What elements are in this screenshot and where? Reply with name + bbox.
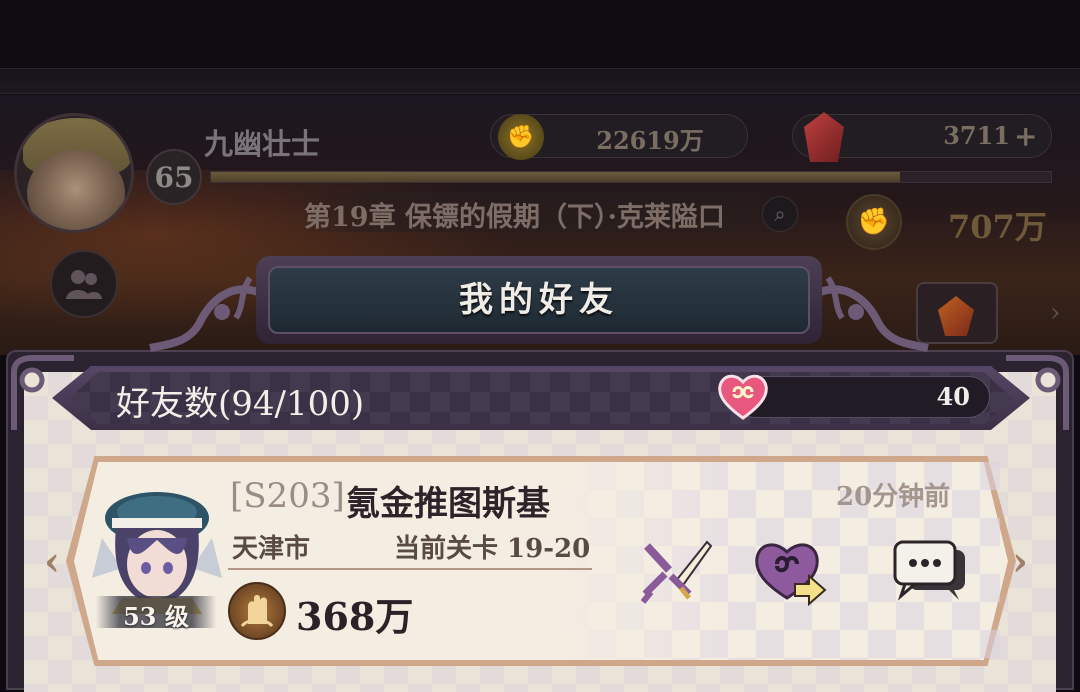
friend-level: 53 级 [123,602,189,631]
friend-current-stage: 当前关卡 19-20 [394,534,591,564]
friend-city: 天津市 [232,534,311,564]
chevron-right-icon: › [1012,538,1028,585]
friend-count: 好友数(94/100) [116,384,365,424]
ornament-right-icon [818,276,929,352]
chat-button[interactable] [884,526,974,616]
avatar-face [27,150,125,230]
gem-amount: 3711 [943,121,1010,150]
friendship-heart-icon [718,374,768,420]
friendship-points: 40 [936,382,970,411]
current-chapter[interactable]: 第19章 保镖的假期（下）·克莱隘口 [304,195,774,234]
chat-bubbles-icon [893,540,965,601]
top-bar-divider [0,68,1080,94]
gold-amount: 22619万 [596,126,704,155]
friend-name: 氪金推图斯基 [346,484,550,524]
panel-title: 我的好友 [459,280,619,320]
chevron-right-icon[interactable]: › [1050,298,1060,328]
friend-info-divider [228,568,592,570]
friend-last-online: 20分钟前 [836,482,951,512]
friends-icon[interactable] [50,250,118,318]
fist-power-icon [228,582,286,640]
fist-power-icon: ✊ [846,194,902,250]
crossed-swords-icon [640,540,713,604]
exp-bar-fill [211,172,900,182]
player-power: 707万 [948,208,1047,246]
ornament-left-icon [149,276,260,352]
heart-send-icon [755,543,827,606]
exp-bar [210,171,1052,183]
gem-add-button[interactable]: + [1014,120,1037,153]
send-heart-button[interactable] [746,526,836,616]
battle-button[interactable] [632,526,722,616]
friend-power: 368万 [296,594,414,639]
friends-icon-glyph [66,270,102,299]
player-name: 九幽壮士 [204,127,321,161]
player-level-badge: 65 [146,149,202,205]
player-avatar[interactable] [14,113,134,233]
search-icon[interactable]: ⌕ [762,196,798,232]
chevron-left-icon: ‹ [44,538,60,585]
friend-server: [S203] [230,476,345,516]
fist-glyph [240,595,274,628]
gold-coin-icon: ✊ [498,114,544,160]
